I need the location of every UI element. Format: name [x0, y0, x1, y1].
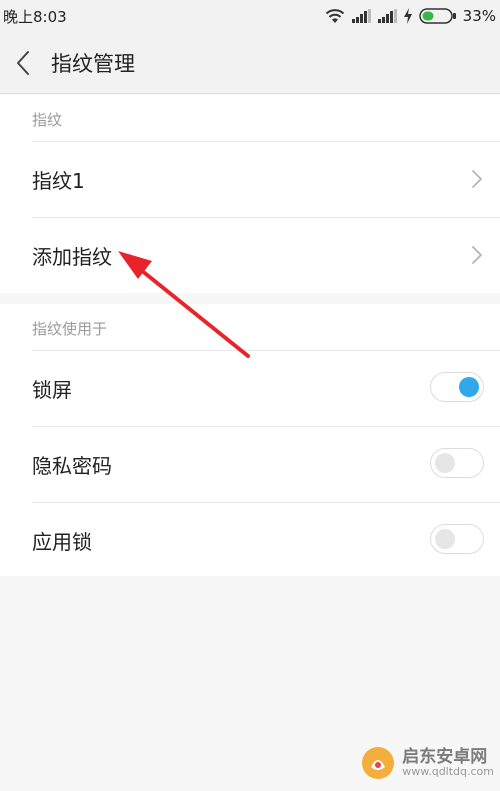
add-fingerprint-row[interactable]: 添加指纹 [0, 217, 500, 293]
toggle-knob [435, 453, 455, 473]
page-title: 指纹管理 [51, 52, 135, 76]
row-divider [32, 141, 500, 142]
fingerprint-1-row[interactable]: 指纹1 [0, 141, 500, 217]
privacy-password-toggle[interactable] [430, 448, 484, 478]
watermark-name: 启东安卓网 [402, 746, 488, 767]
section-header-usage: 指纹使用于 [32, 320, 108, 338]
watermark-text: 启东安卓网 www.qdltdq.com [402, 746, 494, 779]
privacy-password-label: 隐私密码 [32, 454, 112, 478]
row-divider [32, 502, 500, 503]
watermark-logo-icon [362, 747, 395, 779]
nav-bar: 指纹管理 [0, 32, 500, 94]
add-fingerprint-label: 添加指纹 [32, 245, 112, 269]
row-divider [32, 217, 500, 218]
status-time: 晚上8:03 [3, 8, 67, 26]
chevron-right-icon [472, 170, 482, 188]
row-divider [32, 350, 500, 351]
watermark: 启东安卓网 www.qdltdq.com [360, 745, 494, 781]
chevron-right-icon [472, 246, 482, 264]
app-lock-row: 应用锁 [0, 502, 500, 578]
app-lock-label: 应用锁 [32, 530, 92, 554]
battery-icon [418, 8, 456, 24]
toggle-knob [435, 529, 455, 549]
fingerprint-1-label: 指纹1 [32, 169, 85, 193]
privacy-password-row: 隐私密码 [0, 426, 500, 502]
app-lock-toggle[interactable] [430, 524, 484, 554]
lock-screen-row: 锁屏 [0, 350, 500, 426]
signal-icon [377, 9, 397, 23]
watermark-url: www.qdltdq.com [402, 765, 494, 779]
toggle-knob [459, 377, 479, 397]
battery-percent: 33% [462, 7, 496, 25]
status-bar: 晚上8:03 33% [0, 0, 500, 32]
wifi-icon [325, 9, 344, 23]
lock-screen-label: 锁屏 [32, 378, 72, 402]
section-header-fingerprints: 指纹 [32, 111, 63, 129]
lock-screen-toggle[interactable] [430, 372, 484, 402]
chevron-left-icon[interactable] [12, 49, 36, 77]
status-icons: 33% [325, 5, 496, 27]
signal-icon [351, 9, 371, 23]
fingerprint-usage-section: 指纹使用于 锁屏 隐私密码 应用锁 [0, 304, 500, 576]
charging-icon [403, 8, 412, 24]
fingerprint-section: 指纹 指纹1 添加指纹 [0, 95, 500, 293]
row-divider [32, 426, 500, 427]
